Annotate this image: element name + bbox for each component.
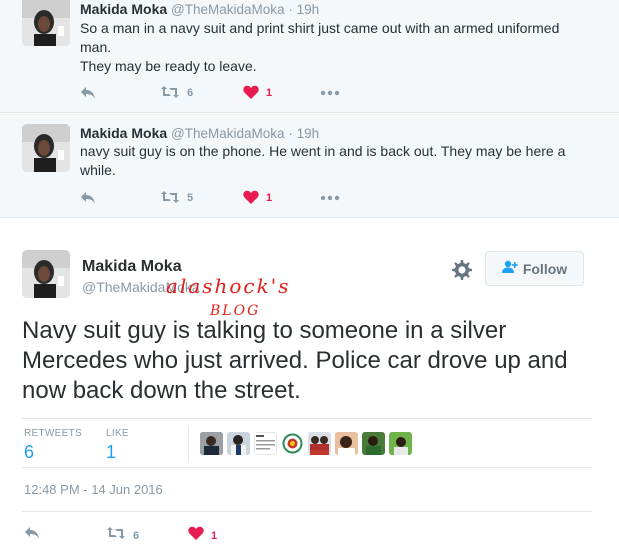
tweet-timestamp[interactable]: 12:48 PM - 14 Jun 2016 [24,482,163,497]
tweet-time[interactable]: · 19h [288,2,319,17]
heart-icon [188,526,204,545]
reply-icon[interactable] [80,191,96,205]
divider [188,427,189,461]
follow-button[interactable]: Follow [485,251,584,286]
follow-person-icon [501,260,523,277]
retweet-button[interactable]: 6 [160,85,193,102]
liker-avatar[interactable] [227,432,250,455]
retweet-icon [160,190,180,207]
heart-icon [243,190,259,207]
tweet-text: Navy suit guy is talking to someone in a… [22,317,568,404]
follow-label: Follow [522,260,568,277]
retweet-icon [160,85,180,102]
author-handle[interactable]: @TheMakidaMoka [171,126,285,141]
main-tweet: Makida Moka @TheMakidaMoka alashock's BL… [0,230,619,555]
likes-value: 1 [106,442,117,462]
more-icon[interactable] [320,90,340,96]
likes-label: LIKE [106,428,129,439]
author-handle[interactable]: @TheMakidaMoka [171,2,285,17]
retweet-count: 6 [187,87,194,99]
liker-avatar[interactable] [362,432,385,455]
avatar[interactable] [22,250,70,298]
tweet-actions: 6 1 [22,511,592,555]
retweets-label: RETWEETS [24,428,82,439]
like-button[interactable]: 1 [188,526,217,545]
liker-avatar[interactable] [389,432,412,455]
avatar[interactable] [22,124,70,172]
tweet-stats: RETWEETS 6 LIKE 1 [22,418,592,468]
likes-stat[interactable]: LIKE 1 [106,428,129,463]
liker-avatar[interactable] [200,432,223,455]
liker-avatar[interactable] [308,432,331,455]
liker-avatars [200,432,416,455]
retweet-count: 5 [187,192,194,204]
heart-icon [243,85,259,102]
tweet-1[interactable]: Makida Moka @TheMakidaMoka · 19h So a ma… [0,0,619,113]
avatar[interactable] [22,0,70,46]
watermark-text: alashock's [166,274,291,298]
author-name[interactable]: Makida Moka [80,1,167,17]
tweet-text: navy suit guy is on the phone. He went i… [80,143,566,178]
like-count: 1 [266,192,273,204]
liker-avatar[interactable] [335,432,358,455]
retweet-button[interactable]: 6 [106,526,139,545]
tweet-header: Makida Moka @TheMakidaMoka · 19h [80,125,319,141]
tweet-text-line: They may be ready to leave. [80,58,257,74]
like-count: 1 [211,529,218,542]
reply-icon[interactable] [24,526,40,540]
tweet-text-line: So a man in a navy suit and print shirt … [80,20,560,55]
retweets-value: 6 [24,442,35,462]
reply-icon[interactable] [80,86,96,100]
liker-avatar[interactable] [281,432,304,455]
tweet-header: Makida Moka @TheMakidaMoka · 19h [80,1,319,17]
liker-avatar[interactable] [254,432,277,455]
like-count: 1 [266,87,273,99]
more-icon[interactable] [320,195,340,201]
retweets-stat[interactable]: RETWEETS 6 [24,428,82,463]
gear-icon[interactable] [451,259,473,281]
like-button[interactable]: 1 [243,85,272,102]
tweet-text: So a man in a navy suit and print shirt … [80,19,590,76]
like-button[interactable]: 1 [243,190,272,207]
retweet-button[interactable]: 5 [160,190,193,207]
author-name[interactable]: Makida Moka [80,125,167,141]
retweet-icon [106,526,126,545]
tweet-time[interactable]: · 19h [288,126,319,141]
tweet-2[interactable]: Makida Moka @TheMakidaMoka · 19h navy su… [0,114,619,218]
retweet-count: 6 [133,529,140,542]
